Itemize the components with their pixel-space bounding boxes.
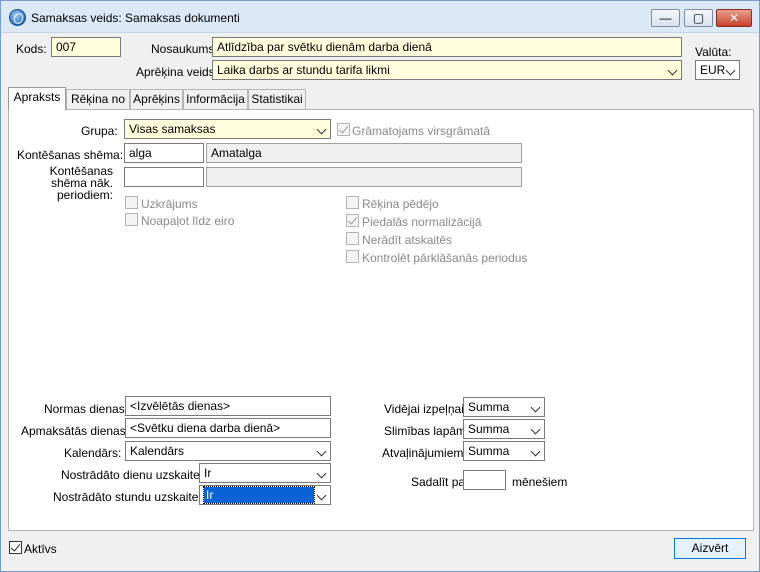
atvalin-label: Atvaļinājumiem: (382, 446, 467, 460)
tab-statistikai[interactable]: Statistikai (248, 89, 306, 110)
gramatojams-label: Grāmatojams virsgrāmatā (352, 124, 491, 138)
chevron-down-icon (316, 124, 327, 135)
grupa-value: Visas samaksas (129, 122, 216, 136)
close-button[interactable]: Aizvērt (674, 538, 746, 559)
aprekina-veids-label: Aprēķina veids: (136, 65, 219, 79)
noapalot-checkbox[interactable] (125, 213, 138, 226)
chevron-down-icon (530, 446, 541, 457)
sadalit-label: Sadalīt pa: (411, 475, 469, 489)
normalizacija-checkbox[interactable] (346, 214, 359, 227)
aprekina-veids-value: Laika darbs ar stundu tarifa likmi (217, 63, 390, 77)
menesiem-label: mēnešiem (512, 475, 568, 489)
kontesanas-nak-code-input[interactable] (124, 167, 204, 187)
kontesanas-nak-name-field (206, 167, 522, 187)
window-title: Samaksas veids: Samaksas dokumenti (31, 11, 240, 25)
chevron-down-icon (316, 446, 327, 457)
kods-input[interactable]: 007 (51, 37, 121, 57)
nostr-dienu-label: Nostrādāto dienu uzskaite: (61, 468, 204, 482)
kalendars-select[interactable]: Kalendārs (125, 441, 331, 461)
nosaukums-label: Nosaukums: (151, 42, 218, 56)
apmaksatas-label: Apmaksātās dienas: (21, 424, 130, 438)
gramatojams-checkbox[interactable] (337, 123, 350, 136)
nostr-stundu-value: Ir (203, 486, 315, 504)
maximize-icon: ▢ (692, 11, 705, 25)
nostr-stundu-label: Nostrādāto stundu uzskaite: (53, 490, 202, 504)
rekina-pedejo-checkbox[interactable] (346, 196, 359, 209)
kontesanas-name-field: Amatalga (206, 143, 522, 163)
close-icon: ✕ (728, 11, 740, 25)
nostr-stundu-select[interactable]: Ir (199, 485, 331, 505)
app-logo-icon (9, 9, 26, 26)
videjai-select[interactable]: Summa (463, 397, 545, 417)
chevron-down-icon (530, 424, 541, 435)
slimibas-select[interactable]: Summa (463, 419, 545, 439)
kontesanas-nak-label: Kontēšanas shēma nāk. periodiem: (31, 165, 113, 201)
videjai-label: Vidējai izpeļņai: (384, 402, 468, 416)
atvalin-value: Summa (468, 444, 510, 458)
nostr-dienu-value: Ir (204, 466, 212, 480)
normas-label: Normas dienas: (44, 402, 129, 416)
videjai-value: Summa (468, 400, 510, 414)
tab-aprekins[interactable]: Aprēķins (130, 89, 183, 110)
dialog-window: Samaksas veids: Samaksas dokumenti — ▢ ✕… (0, 0, 760, 572)
nostr-dienu-select[interactable]: Ir (199, 463, 331, 483)
tab-rekina-no[interactable]: Rēķina no (66, 89, 130, 110)
neradit-atskaites-checkbox[interactable] (346, 232, 359, 245)
valuta-label: Valūta: (695, 45, 732, 59)
minimize-icon: — (659, 11, 672, 25)
grupa-select[interactable]: Visas samaksas (124, 119, 331, 139)
maximize-button[interactable]: ▢ (684, 9, 713, 27)
apmaksatas-input[interactable]: <Svētku diena darba dienā> (125, 418, 331, 438)
aktivs-checkbox[interactable] (9, 541, 22, 554)
valuta-value: EUR (700, 63, 726, 77)
chevron-down-icon (667, 65, 678, 76)
normas-input[interactable]: <Izvēlētās dienas> (125, 396, 331, 416)
valuta-select[interactable]: EUR (695, 60, 740, 80)
kontesanas-nak-label-line3: periodiem: (56, 188, 113, 202)
kontrolet-checkbox[interactable] (346, 250, 359, 263)
grupa-label: Grupa: (81, 124, 118, 138)
sadalit-input[interactable] (463, 470, 506, 490)
kontrolet-label: Kontrolēt pārklāšanās periodus (362, 251, 528, 265)
aprekina-veids-select[interactable]: Laika darbs ar stundu tarifa likmi (212, 60, 682, 80)
tab-informacija[interactable]: Informācija (183, 89, 248, 110)
chevron-down-icon (530, 402, 541, 413)
kontesanas-label: Kontēšanas shēma: (17, 148, 124, 162)
kalendars-label: Kalendārs: (64, 446, 122, 460)
uzkrajums-label: Uzkrājums (141, 197, 198, 211)
nosaukums-input[interactable]: Atlīdzība par svētku dienām darba dienā (212, 37, 682, 57)
uzkrajums-checkbox[interactable] (125, 196, 138, 209)
rekina-pedejo-label: Rēķina pēdējo (362, 197, 439, 211)
slimibas-value: Summa (468, 422, 510, 436)
minimize-button[interactable]: — (651, 9, 680, 27)
noapalot-label: Noapaļot līdz eiro (141, 214, 235, 228)
slimibas-label: Slimības lapām: (384, 424, 470, 438)
kods-label: Kods: (16, 42, 47, 56)
close-window-button[interactable]: ✕ (716, 9, 752, 27)
neradit-atskaites-label: Nerādīt atskaitēs (362, 233, 453, 247)
chevron-down-icon (725, 65, 736, 76)
atvalin-select[interactable]: Summa (463, 441, 545, 461)
chevron-down-icon (316, 490, 327, 501)
title-bar[interactable]: Samaksas veids: Samaksas dokumenti — ▢ ✕ (1, 1, 759, 33)
tab-apraksts[interactable]: Apraksts (8, 87, 66, 110)
kontesanas-code-input[interactable]: alga (124, 143, 204, 163)
normalizacija-label: Piedalās normalizācijā (362, 215, 482, 229)
kalendars-value: Kalendārs (130, 444, 185, 458)
chevron-down-icon (316, 468, 327, 479)
aktivs-label: Aktīvs (24, 542, 57, 556)
